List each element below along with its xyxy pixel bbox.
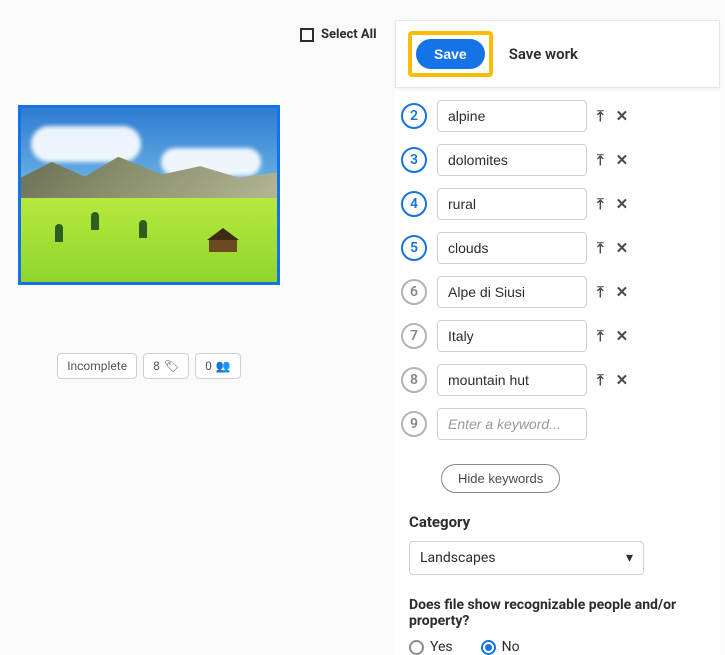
category-heading: Category	[409, 513, 720, 531]
save-bar: Save Save work	[395, 20, 720, 88]
keyword-number: 2	[401, 103, 427, 129]
chevron-down-icon: ▾	[626, 550, 633, 566]
people-icon: 👥	[216, 359, 231, 373]
remove-keyword-icon[interactable]: ✕	[616, 327, 629, 345]
radio-no[interactable]: No	[481, 639, 520, 655]
status-badge-releases: 0 👥	[195, 353, 241, 379]
recognizable-question: Does file show recognizable people and/o…	[409, 597, 720, 629]
move-to-top-icon[interactable]: ⤒	[597, 195, 604, 213]
keyword-row: 7 ⤒ ✕	[401, 320, 716, 352]
keyword-row: 2 ⤒ ✕	[401, 100, 716, 132]
save-button-highlight: Save	[408, 31, 493, 77]
move-to-top-icon[interactable]: ⤒	[597, 283, 604, 301]
keyword-input[interactable]	[437, 364, 587, 396]
keyword-input[interactable]	[437, 320, 587, 352]
keyword-row: 8 ⤒ ✕	[401, 364, 716, 396]
keyword-input[interactable]	[437, 408, 587, 440]
keyword-input[interactable]	[437, 144, 587, 176]
keyword-number: 9	[401, 411, 427, 437]
status-badge-incomplete: Incomplete	[57, 353, 137, 379]
remove-keyword-icon[interactable]: ✕	[616, 195, 629, 213]
keyword-input[interactable]	[437, 188, 587, 220]
keyword-row: 3 ⤒ ✕	[401, 144, 716, 176]
select-all-checkbox[interactable]: Select All	[300, 27, 377, 42]
keyword-row: 6 ⤒ ✕	[401, 276, 716, 308]
keyword-number: 5	[401, 235, 427, 261]
category-select[interactable]: Landscapes ▾	[409, 541, 644, 575]
asset-thumbnail[interactable]	[18, 105, 280, 285]
radio-yes[interactable]: Yes	[409, 639, 453, 655]
keyword-row: 5 ⤒ ✕	[401, 232, 716, 264]
keyword-number: 3	[401, 147, 427, 173]
keyword-row-empty: 9	[401, 408, 716, 440]
status-badge-keywords: 8 🏷	[143, 353, 189, 379]
remove-keyword-icon[interactable]: ✕	[616, 283, 629, 301]
move-to-top-icon[interactable]: ⤒	[597, 327, 604, 345]
move-to-top-icon[interactable]: ⤒	[597, 371, 604, 389]
keyword-input[interactable]	[437, 276, 587, 308]
remove-keyword-icon[interactable]: ✕	[616, 107, 629, 125]
save-work-label: Save work	[509, 45, 578, 63]
keyword-input[interactable]	[437, 232, 587, 264]
move-to-top-icon[interactable]: ⤒	[597, 151, 604, 169]
category-selected-value: Landscapes	[420, 550, 495, 566]
select-all-label: Select All	[321, 27, 377, 42]
keyword-number: 6	[401, 279, 427, 305]
hide-keywords-button[interactable]: Hide keywords	[441, 464, 560, 493]
remove-keyword-icon[interactable]: ✕	[616, 239, 629, 257]
tag-icon: 🏷	[164, 359, 179, 373]
remove-keyword-icon[interactable]: ✕	[616, 151, 629, 169]
radio-icon	[409, 640, 424, 655]
checkbox-icon	[300, 28, 314, 42]
keyword-number: 8	[401, 367, 427, 393]
remove-keyword-icon[interactable]: ✕	[616, 371, 629, 389]
keyword-input[interactable]	[437, 100, 587, 132]
keyword-row: 4 ⤒ ✕	[401, 188, 716, 220]
keyword-list: 2 ⤒ ✕ 3 ⤒ ✕ 4 ⤒ ✕ 5 ⤒ ✕ 6 ⤒ ✕ 7 ⤒ ✕ 8 ⤒ ✕ 9	[395, 88, 720, 456]
move-to-top-icon[interactable]: ⤒	[597, 239, 604, 257]
keyword-number: 7	[401, 323, 427, 349]
radio-icon	[481, 640, 496, 655]
move-to-top-icon[interactable]: ⤒	[597, 107, 604, 125]
save-button[interactable]: Save	[416, 39, 485, 69]
keyword-number: 4	[401, 191, 427, 217]
